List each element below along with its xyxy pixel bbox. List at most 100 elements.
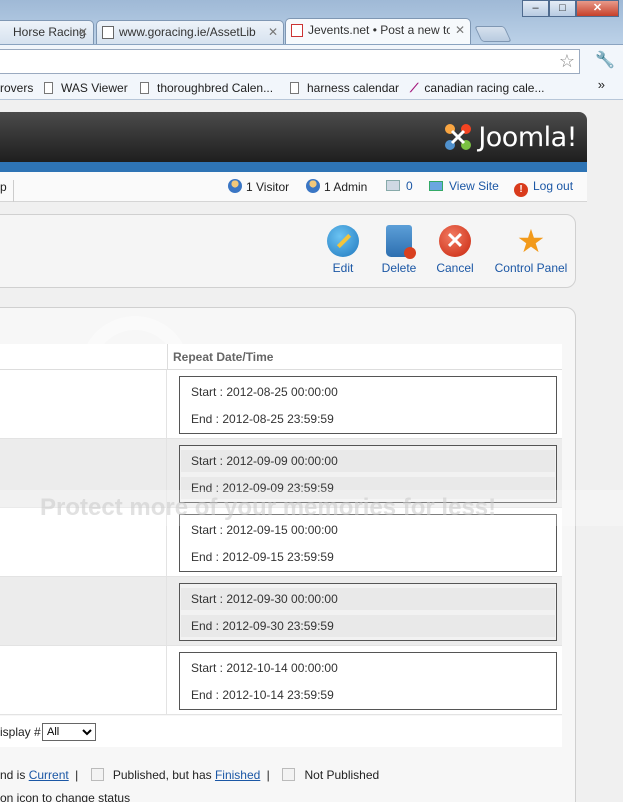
repeat-datetime-box: Start : 2012-08-25 00:00:00 End : 2012-0…: [179, 376, 557, 434]
edit-label: Edit: [332, 261, 354, 275]
tab-jevents[interactable]: Jevents.net • Post a new to ✕: [285, 18, 471, 44]
close-window-button[interactable]: ✕: [576, 0, 619, 17]
browser-toolbar: ☆ 🔧: [0, 44, 623, 77]
visitors-count: 1 Visitor: [228, 179, 289, 194]
column-header-repeat-datetime[interactable]: Repeat Date/Time: [173, 350, 273, 364]
new-tab-button[interactable]: [474, 26, 512, 42]
visitors-label: 1 Visitor: [246, 180, 290, 194]
close-icon[interactable]: ✕: [78, 25, 88, 39]
display-count-select[interactable]: All: [42, 723, 96, 741]
bookmarks-bar: rovers WAS Viewer thoroughbred Calen... …: [0, 77, 623, 100]
edit-icon: [327, 225, 359, 257]
legend-swatch-unpublished: [282, 768, 296, 781]
logout-label: Log out: [533, 179, 574, 193]
feather-icon: ⟋: [410, 81, 419, 95]
control-panel-button[interactable]: ★ Control Panel: [490, 225, 572, 275]
control-panel-label: Control Panel: [494, 261, 568, 275]
bookmark-canadian[interactable]: ⟋ canadian racing cale...: [410, 81, 544, 96]
minimize-button[interactable]: –: [522, 0, 549, 17]
tab-goracing[interactable]: www.goracing.ie/AssetLib ✕: [96, 20, 284, 44]
toolbar-panel: Edit Delete ✕ Cancel ★ Control Panel: [0, 214, 576, 288]
messages-link[interactable]: 0: [386, 179, 413, 193]
admins-label: 1 Admin: [324, 180, 368, 194]
legend-published-finished: Published, but has: [112, 768, 212, 782]
cancel-button[interactable]: ✕ Cancel: [432, 225, 478, 275]
view-site-link[interactable]: View Site: [429, 179, 499, 193]
bookmark-label: rovers: [0, 81, 34, 95]
address-bar[interactable]: ☆: [0, 49, 580, 74]
start-datetime: Start : 2012-09-09 00:00:00: [181, 450, 555, 472]
star-icon: ★: [516, 223, 546, 259]
joomla-header: Joomla!: [0, 112, 587, 162]
maximize-button[interactable]: □: [549, 0, 576, 17]
repeats-table: Repeat Date/Time Start : 2012-08-25 00:0…: [0, 344, 562, 715]
bookmark-label: thoroughbred Calen...: [157, 81, 274, 95]
status-hint: on icon to change status: [0, 791, 131, 802]
cancel-label: Cancel: [436, 261, 474, 275]
start-datetime: Start : 2012-08-25 00:00:00: [191, 385, 338, 399]
page-icon: [140, 82, 149, 94]
row-first-cell: [0, 646, 167, 714]
admin-icon: [306, 179, 320, 193]
row-first-cell: [0, 370, 167, 438]
delete-button[interactable]: Delete: [377, 225, 421, 275]
joomla-wordmark: Joomla!: [478, 121, 577, 153]
legend-separator: |: [266, 768, 270, 782]
page-icon: [102, 26, 114, 39]
logout-icon: !: [514, 183, 528, 197]
view-site-label: View Site: [449, 179, 499, 193]
admin-status-bar: p 1 Visitor 1 Admin 0 View Site ! Log out: [0, 172, 587, 202]
admins-count: 1 Admin: [306, 179, 367, 194]
menu-fragment-label: p: [0, 180, 7, 194]
legend-prefix: nd is: [0, 768, 26, 782]
row-first-cell: [0, 577, 167, 645]
bookmark-was-viewer[interactable]: WAS Viewer: [44, 81, 128, 95]
page-icon: [290, 82, 299, 94]
tab-label: Horse Racing I: [13, 25, 85, 39]
tab-label: Jevents.net • Post a new to: [308, 23, 450, 37]
legend-swatch-finished: [90, 768, 104, 781]
mail-icon: [386, 180, 400, 191]
legend-finished: Finished: [214, 768, 261, 782]
page-icon: [44, 82, 53, 94]
legend-separator: |: [75, 768, 79, 782]
bookmarks-overflow-icon[interactable]: »: [598, 77, 605, 92]
table-row[interactable]: Start : 2012-08-25 00:00:00 End : 2012-0…: [0, 370, 562, 439]
header-accent-bar: [0, 162, 587, 172]
end-datetime: End : 2012-08-25 23:59:59: [191, 412, 334, 426]
legend-current: Current: [28, 768, 69, 782]
end-datetime: End : 2012-09-30 23:59:59: [181, 615, 555, 637]
joomla-logo: Joomla!: [442, 120, 577, 154]
messages-count: 0: [406, 179, 413, 193]
star-icon[interactable]: ☆: [559, 51, 575, 72]
status-legend: nd is Current | Published, but has Finis…: [0, 768, 379, 782]
repeat-datetime-box: Start : 2012-09-30 00:00:00 End : 2012-0…: [179, 583, 557, 641]
cancel-icon: ✕: [439, 225, 471, 257]
close-icon[interactable]: ✕: [268, 25, 278, 39]
start-datetime: Start : 2012-10-14 00:00:00: [191, 661, 338, 675]
start-datetime: Start : 2012-09-30 00:00:00: [181, 588, 555, 610]
wrench-icon[interactable]: 🔧: [595, 50, 615, 70]
repeat-datetime-box: Start : 2012-10-14 00:00:00 End : 2012-1…: [179, 652, 557, 710]
monitor-icon: [429, 181, 443, 191]
bookmark-harness[interactable]: harness calendar: [290, 81, 399, 95]
tab-horse-racing[interactable]: Horse Racing I ✕: [0, 20, 94, 44]
legend-not-published: Not Published: [304, 768, 380, 782]
logout-link[interactable]: ! Log out: [514, 179, 573, 197]
browser-chrome: – □ ✕ Horse Racing I ✕ www.goracing.ie/A…: [0, 0, 623, 100]
table-row[interactable]: Start : 2012-09-30 00:00:00 End : 2012-0…: [0, 577, 562, 646]
close-icon[interactable]: ✕: [455, 23, 465, 37]
tab-label: www.goracing.ie/AssetLib: [119, 25, 256, 39]
bookmark-rovers[interactable]: rovers: [0, 81, 33, 95]
bookmark-thoroughbred[interactable]: thoroughbred Calen...: [140, 81, 273, 95]
pagination-bar: isplay # All: [0, 716, 562, 747]
user-icon: [228, 179, 242, 193]
menu-fragment[interactable]: p: [0, 180, 14, 202]
end-datetime: End : 2012-10-14 23:59:59: [191, 688, 334, 702]
edit-button[interactable]: Edit: [324, 225, 362, 275]
display-count-label: isplay #: [0, 725, 41, 739]
joomla-logo-icon: [445, 124, 472, 150]
trash-icon: [386, 225, 416, 259]
bookmark-label: WAS Viewer: [61, 81, 128, 95]
table-row[interactable]: Start : 2012-10-14 00:00:00 End : 2012-1…: [0, 646, 562, 715]
